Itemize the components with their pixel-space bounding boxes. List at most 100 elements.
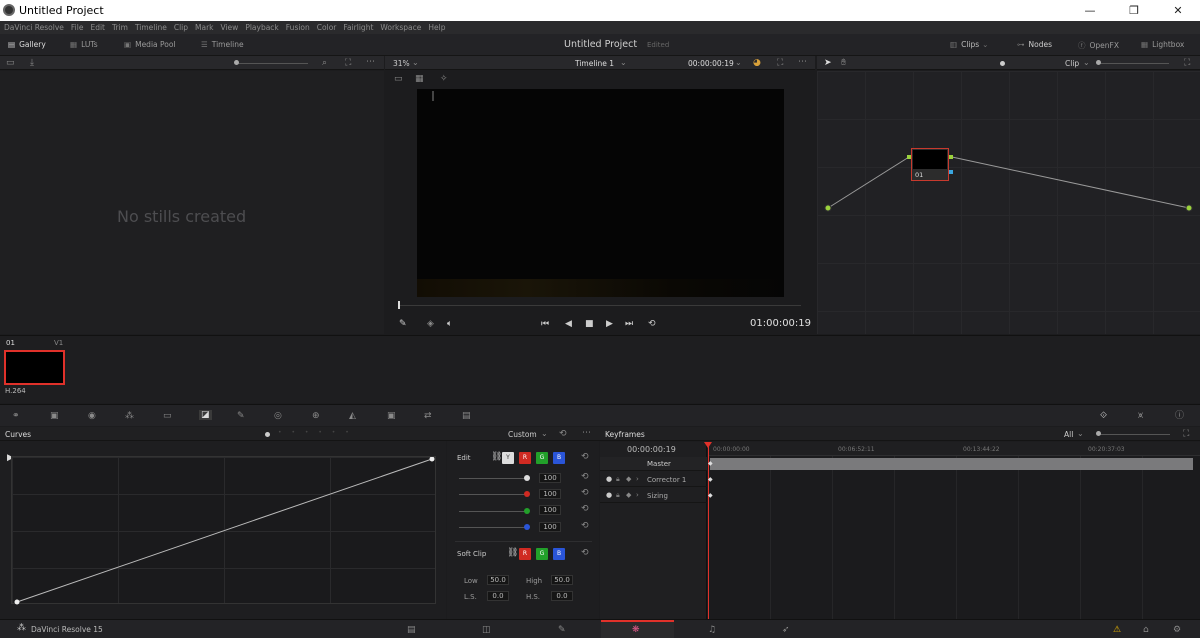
track-sizing[interactable]: ● 🔒︎ ◆ › Sizing [600, 489, 707, 503]
play-reverse-icon[interactable]: ◀ [565, 319, 572, 329]
expand-icon[interactable]: ⛶ [1184, 58, 1190, 68]
keyframe-icon[interactable]: ◆ [708, 476, 713, 483]
chevron-down-icon[interactable]: ⌄ [412, 58, 419, 67]
scopes-icon[interactable]: ⩙ [1138, 411, 1143, 421]
motion-effects-icon[interactable]: ▭ [163, 411, 172, 421]
close-button[interactable]: ✕ [1156, 0, 1200, 21]
viewer-zoom[interactable]: 31% [393, 59, 410, 68]
track-corrector[interactable]: ● 🔒︎ ◆ › Corrector 1 [600, 473, 707, 487]
stop-icon[interactable]: ■ [585, 319, 594, 329]
openfx-button[interactable]: ⓕ OpenFX [1078, 40, 1119, 51]
volume-icon[interactable]: 🔈︎ [447, 319, 452, 329]
curve-graph[interactable] [11, 456, 436, 605]
camera-raw-icon[interactable]: ⚭ [12, 411, 20, 421]
fairlight-page-icon[interactable]: ♫ [708, 625, 716, 635]
menu-fusion[interactable]: Fusion [286, 23, 310, 32]
g-slider-handle[interactable] [524, 508, 530, 514]
color-wheels-icon[interactable]: ◉ [88, 411, 96, 421]
keyframes-zoom-handle[interactable] [1096, 431, 1101, 436]
sizing-icon[interactable]: ⇄ [424, 411, 432, 421]
rgb-mixer-icon[interactable]: ⁂ [125, 411, 134, 421]
channel-r-button[interactable]: R [519, 452, 531, 464]
keyframes-tool-icon[interactable]: ⟐ [1100, 411, 1107, 421]
gallery-button[interactable]: ▤ Gallery [8, 40, 46, 49]
y-intensity-slider[interactable] [459, 478, 526, 479]
keyframe-icon[interactable]: ◆ [626, 491, 631, 499]
lock-icon[interactable]: 🔒︎ [616, 491, 620, 500]
search-icon[interactable]: ⌕ [322, 58, 327, 68]
media-page-icon[interactable]: ▤ [407, 625, 416, 635]
tracker-icon[interactable]: ⊕ [312, 411, 320, 421]
channel-y-button[interactable]: Y [502, 452, 514, 464]
nodes-page-dot[interactable] [1000, 61, 1005, 66]
eyedropper-icon[interactable]: ✎ [399, 319, 407, 329]
viewer-playhead[interactable] [398, 301, 400, 309]
more-options-icon[interactable]: ⋯ [798, 57, 807, 67]
blur-icon[interactable]: ◭ [349, 411, 356, 421]
viewer-source-timecode[interactable]: 00:00:00:19 [688, 59, 734, 68]
viewer-frame[interactable] [417, 89, 784, 297]
menu-playback[interactable]: Playback [245, 23, 278, 32]
settings-gear-icon[interactable]: ⚙ [1173, 625, 1181, 635]
reset-icon[interactable]: ⟲ [581, 504, 589, 514]
menu-edit[interactable]: Edit [90, 23, 105, 32]
r-intensity-value[interactable]: 100 [539, 489, 561, 499]
hand-icon[interactable]: ✋︎ [841, 58, 846, 68]
skip-back-icon[interactable]: ⏮︎ [541, 319, 549, 329]
curves-page-dot[interactable] [265, 432, 270, 437]
track-visibility-icon[interactable]: ● [606, 475, 612, 483]
nodes-button[interactable]: ⊶ Nodes [1017, 40, 1052, 49]
menu-color[interactable]: Color [317, 23, 337, 32]
node-input-handle[interactable] [907, 155, 911, 159]
soft-clip-g-button[interactable]: G [536, 548, 548, 560]
color-wheel-icon[interactable]: ◕ [753, 58, 761, 68]
keyframes-filter[interactable]: All [1064, 430, 1073, 439]
playhead-marker-icon[interactable] [704, 442, 712, 448]
chevron-right-icon[interactable]: › [636, 491, 639, 499]
keyframe-icon[interactable]: ◆ [626, 475, 631, 483]
chevron-down-icon[interactable]: ⌄ [1083, 58, 1090, 67]
reset-icon[interactable]: ⟲ [581, 472, 589, 482]
g-intensity-value[interactable]: 100 [539, 505, 561, 515]
ls-value[interactable]: 0.0 [487, 591, 509, 601]
menu-file[interactable]: File [71, 23, 84, 32]
menu-help[interactable]: Help [428, 23, 445, 32]
menu-fairlight[interactable]: Fairlight [343, 23, 373, 32]
viewer-scrubber[interactable] [399, 305, 801, 306]
keyframe-icon[interactable]: ◆ [708, 492, 713, 499]
expand-icon[interactable]: ⛶ [1183, 429, 1189, 439]
curves-preset[interactable]: Custom [508, 430, 537, 439]
hs-value[interactable]: 0.0 [551, 591, 573, 601]
skip-forward-icon[interactable]: ⏭︎ [625, 319, 633, 329]
link-icon[interactable]: ⛓ [491, 452, 502, 462]
deliver-page-icon[interactable]: ➶ [782, 625, 790, 635]
node-key-output-handle[interactable] [949, 170, 953, 174]
menu-mark[interactable]: Mark [195, 23, 214, 32]
highlight-icon[interactable]: ✧ [440, 74, 448, 84]
fullscreen-icon[interactable]: ⛶ [777, 58, 783, 68]
pointer-icon[interactable]: ➤ [824, 58, 832, 68]
window-icon[interactable]: ◎ [274, 411, 282, 421]
nodes-zoom-handle[interactable] [1096, 60, 1101, 65]
track-master[interactable]: Master [600, 457, 707, 471]
play-icon[interactable]: ▶ [606, 319, 613, 329]
reset-icon[interactable]: ⟲ [581, 521, 589, 531]
r-slider-handle[interactable] [524, 491, 530, 497]
y-intensity-value[interactable]: 100 [539, 473, 561, 483]
channel-g-button[interactable]: G [536, 452, 548, 464]
expand-icon[interactable]: ⛶ [345, 58, 351, 68]
nodes-mode[interactable]: Clip [1065, 59, 1079, 68]
chevron-down-icon[interactable]: ⌄ [620, 58, 627, 67]
low-value[interactable]: 50.0 [487, 575, 509, 585]
menu-timeline[interactable]: Timeline [135, 23, 167, 32]
menu-workspace[interactable]: Workspace [380, 23, 421, 32]
lightbox-button[interactable]: ▦ Lightbox [1141, 40, 1184, 49]
soft-clip-r-button[interactable]: R [519, 548, 531, 560]
grab-still-icon[interactable]: ⤓ [30, 58, 34, 68]
qualifier-icon[interactable]: ✎ [237, 411, 245, 421]
key-icon[interactable]: ▣ [387, 411, 396, 421]
color-page-tab[interactable]: ❋ [601, 620, 674, 638]
link-icon[interactable]: ⛓ [507, 548, 518, 558]
info-icon[interactable]: ⓘ [1175, 411, 1184, 421]
split-screen-icon[interactable]: ▦ [415, 74, 424, 84]
